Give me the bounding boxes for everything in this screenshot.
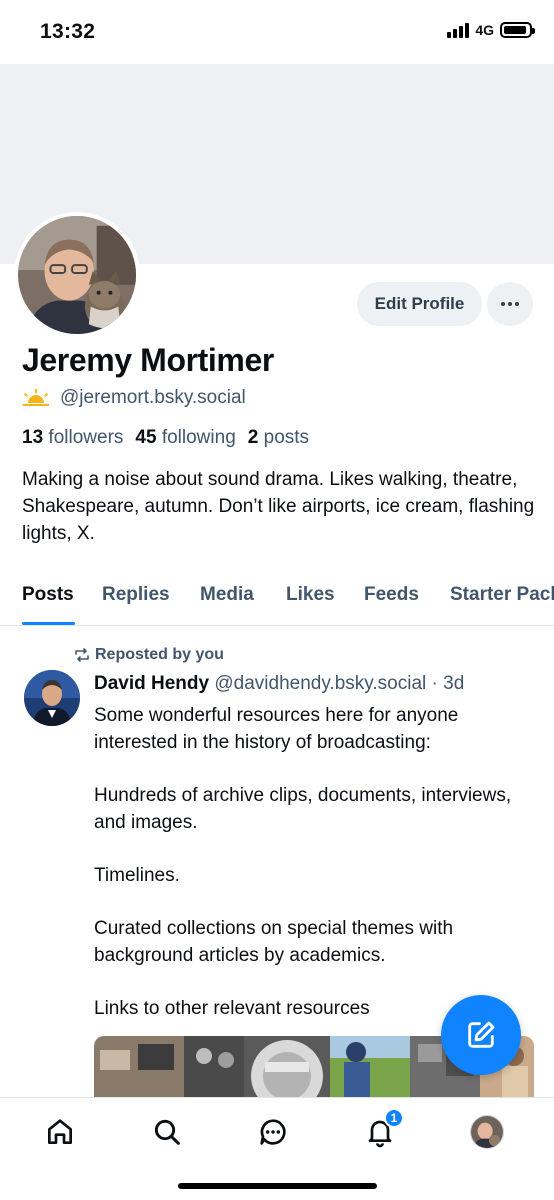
following-stat[interactable]: 45 following bbox=[135, 427, 235, 449]
profile-nav-avatar[interactable] bbox=[470, 1115, 504, 1149]
posts-label: posts bbox=[263, 427, 310, 448]
edit-profile-button[interactable]: Edit Profile bbox=[357, 282, 482, 326]
tab-starter-packs[interactable]: Starter Packs bbox=[450, 584, 554, 606]
tab-likes[interactable]: Likes bbox=[286, 584, 335, 606]
tab-media[interactable]: Media bbox=[200, 584, 254, 606]
post-author-name[interactable]: David Hendy bbox=[94, 673, 209, 694]
compose-post-button[interactable] bbox=[441, 995, 521, 1075]
sunrise-icon bbox=[23, 389, 49, 406]
search-icon[interactable] bbox=[150, 1115, 184, 1149]
avatar-photo bbox=[18, 216, 136, 334]
post-separator: · bbox=[431, 673, 438, 694]
post-paragraph: Curated collections on special themes wi… bbox=[94, 918, 454, 966]
cellular-signal-icon bbox=[447, 22, 470, 38]
posts-count: 2 bbox=[247, 427, 259, 448]
post-text[interactable]: Some wonderful resources here for anyone… bbox=[94, 702, 534, 1022]
tab-replies[interactable]: Replies bbox=[102, 584, 170, 606]
home-indicator bbox=[178, 1183, 377, 1189]
post-paragraph: Hundreds of archive clips, documents, in… bbox=[94, 785, 512, 833]
followers-count: 13 bbox=[22, 427, 44, 448]
profile-tabs: Posts Replies Media Likes Feeds Starter … bbox=[0, 570, 554, 626]
repost-icon bbox=[75, 648, 89, 662]
repost-indicator[interactable]: Reposted by you bbox=[73, 646, 224, 664]
handle-row: @jeremort.bsky.social bbox=[22, 387, 246, 409]
nav-avatar-photo bbox=[471, 1116, 503, 1148]
home-icon[interactable] bbox=[43, 1115, 77, 1149]
status-bar: 13:32 4G bbox=[0, 0, 554, 64]
compose-icon bbox=[468, 1021, 495, 1048]
profile-stats: 13 followers 45 following 2 posts bbox=[22, 427, 309, 449]
followers-stat[interactable]: 13 followers bbox=[22, 427, 123, 449]
profile-avatar[interactable] bbox=[14, 212, 140, 338]
post-age[interactable]: 3d bbox=[443, 673, 464, 694]
post-paragraph: Timelines. bbox=[94, 865, 180, 886]
post-header: David Hendy @davidhendy.bsky.social · 3d bbox=[94, 673, 464, 695]
notification-badge: 1 bbox=[384, 1108, 404, 1128]
profile-bio: Making a noise about sound drama. Likes … bbox=[22, 469, 535, 544]
followers-label: followers bbox=[48, 427, 124, 448]
profile-handle: @jeremort.bsky.social bbox=[60, 387, 246, 408]
following-label: following bbox=[161, 427, 236, 448]
author-photo bbox=[24, 670, 80, 726]
tab-posts[interactable]: Posts bbox=[22, 584, 74, 606]
chat-icon[interactable] bbox=[256, 1115, 290, 1149]
battery-level bbox=[504, 26, 526, 34]
status-time: 13:32 bbox=[40, 20, 96, 43]
repost-label: Reposted by you bbox=[95, 646, 224, 663]
following-count: 45 bbox=[135, 427, 157, 448]
post-author-handle[interactable]: @davidhendy.bsky.social bbox=[214, 673, 426, 694]
battery-icon bbox=[500, 22, 535, 38]
post-paragraph: Some wonderful resources here for anyone… bbox=[94, 705, 459, 753]
more-options-icon[interactable] bbox=[487, 282, 533, 326]
bottom-navigation: 1 bbox=[0, 1097, 554, 1200]
network-type: 4G bbox=[475, 22, 494, 38]
display-name: Jeremy Mortimer bbox=[22, 342, 274, 378]
post-author-avatar[interactable] bbox=[24, 670, 80, 726]
active-tab-indicator bbox=[22, 622, 75, 625]
status-indicators: 4G bbox=[447, 22, 535, 38]
posts-stat: 2 posts bbox=[248, 427, 309, 449]
tab-feeds[interactable]: Feeds bbox=[364, 584, 419, 606]
